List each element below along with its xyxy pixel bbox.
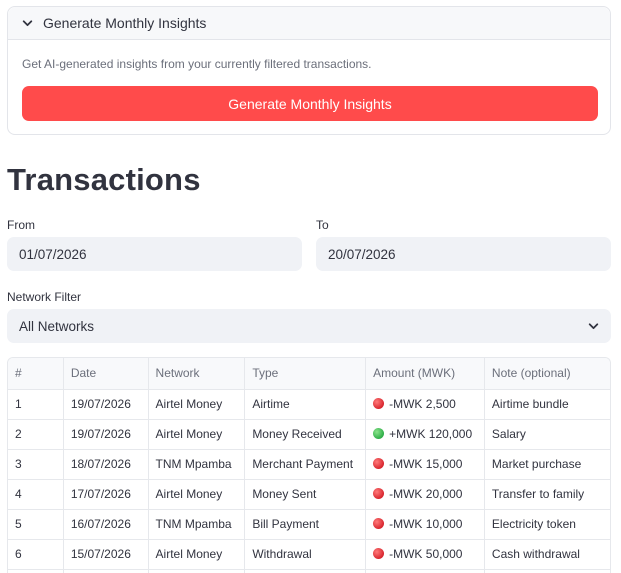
row-amount-cell[interactable]: +MWK 120,000	[365, 419, 485, 450]
row-number[interactable]: 5	[8, 509, 64, 540]
red-circle-icon	[373, 398, 385, 409]
generate-insights-button[interactable]: Generate Monthly Insights	[22, 86, 598, 121]
chevron-down-icon	[588, 323, 599, 330]
row-note[interactable]: Electricity token	[484, 509, 610, 540]
row-amount: +MWK 120,000	[389, 427, 473, 441]
table-row: 2 19/07/2026 Airtel Money Money Received…	[8, 419, 610, 450]
row-note[interactable]: Salary	[484, 419, 610, 450]
col-header-note[interactable]: Note (optional)	[484, 358, 610, 390]
insights-expander: Generate Monthly Insights Get AI-generat…	[7, 6, 611, 135]
row-note[interactable]: Airtime bundle	[484, 389, 610, 420]
table-row: 1 19/07/2026 Airtel Money Airtime -MWK 2…	[8, 389, 610, 420]
from-date-input[interactable]: 01/07/2026	[7, 237, 302, 271]
col-header-date[interactable]: Date	[63, 358, 149, 390]
row-type[interactable]: Bill Payment	[244, 509, 367, 540]
row-amount: -MWK 20,000	[389, 487, 463, 501]
green-circle-icon	[373, 428, 385, 439]
row-amount: -MWK 50,000	[389, 547, 463, 561]
row-type[interactable]: Merchant Payment	[244, 449, 367, 480]
transactions-table: # Date Network Type Amount (MWK) Note (o…	[7, 357, 611, 573]
col-header-amount[interactable]: Amount (MWK)	[365, 358, 485, 390]
network-filter-select[interactable]: All Networks	[7, 309, 611, 343]
row-amount: -MWK 2,500	[389, 397, 456, 411]
row-type[interactable]: Airtime	[244, 389, 367, 420]
row-number[interactable]: 1	[8, 389, 64, 420]
table-row: 4 17/07/2026 Airtel Money Money Sent -MW…	[8, 479, 610, 510]
col-header-type[interactable]: Type	[244, 358, 367, 390]
row-date[interactable]: 16/07/2026	[63, 509, 149, 540]
from-date-label: From	[7, 218, 35, 232]
col-header-network[interactable]: Network	[148, 358, 246, 390]
row-note[interactable]: Market purchase	[484, 449, 610, 480]
to-date-value: 20/07/2026	[328, 246, 396, 262]
row-amount-cell[interactable]: -MWK 10,000	[365, 509, 485, 540]
chevron-down-icon	[22, 19, 33, 26]
insights-expander-title: Generate Monthly Insights	[43, 15, 207, 31]
to-date-label: To	[316, 218, 329, 232]
insights-expander-header[interactable]: Generate Monthly Insights	[8, 7, 610, 40]
red-circle-icon	[373, 458, 385, 469]
row-amount-cell[interactable]: -MWK 50,000	[365, 539, 485, 570]
row-amount-cell[interactable]: -MWK 2,500	[365, 389, 485, 420]
red-circle-icon	[373, 488, 385, 499]
from-date-value: 01/07/2026	[19, 246, 87, 262]
row-network[interactable]: Airtel Money	[148, 389, 246, 420]
row-network[interactable]: Airtel Money	[148, 419, 246, 450]
to-date-input[interactable]: 20/07/2026	[316, 237, 611, 271]
row-type[interactable]: Withdrawal	[244, 539, 367, 570]
table-row: 3 18/07/2026 TNM Mpamba Merchant Payment…	[8, 449, 610, 480]
row-network[interactable]: Airtel Money	[148, 539, 246, 570]
row-number[interactable]: 2	[8, 419, 64, 450]
row-network[interactable]: TNM Mpamba	[148, 449, 246, 480]
insights-description: Get AI-generated insights from your curr…	[22, 57, 372, 71]
row-date[interactable]: 17/07/2026	[63, 479, 149, 510]
table-row: 5 16/07/2026 TNM Mpamba Bill Payment -MW…	[8, 509, 610, 540]
network-filter-value: All Networks	[19, 318, 95, 334]
row-type[interactable]: Money Sent	[244, 479, 367, 510]
row-amount-cell[interactable]: -MWK 20,000	[365, 479, 485, 510]
row-number[interactable]: 4	[8, 479, 64, 510]
row-amount: -MWK 15,000	[389, 457, 463, 471]
row-number[interactable]: 6	[8, 539, 64, 570]
row-date[interactable]: 15/07/2026	[63, 539, 149, 570]
table-header-row: # Date Network Type Amount (MWK) Note (o…	[8, 358, 610, 390]
row-amount-cell[interactable]: -MWK 15,000	[365, 449, 485, 480]
red-circle-icon	[373, 548, 385, 559]
row-number[interactable]: 3	[8, 449, 64, 480]
row-date[interactable]: 19/07/2026	[63, 419, 149, 450]
row-network[interactable]: Airtel Money	[148, 479, 246, 510]
row-date[interactable]: 19/07/2026	[63, 389, 149, 420]
row-note[interactable]: Transfer to family	[484, 479, 610, 510]
red-circle-icon	[373, 518, 385, 529]
row-type[interactable]: Money Received	[244, 419, 367, 450]
row-network[interactable]: TNM Mpamba	[148, 509, 246, 540]
network-filter-label: Network Filter	[7, 290, 82, 304]
row-note[interactable]: Cash withdrawal	[484, 539, 610, 570]
col-header-number[interactable]: #	[8, 358, 64, 390]
row-date[interactable]: 18/07/2026	[63, 449, 149, 480]
row-amount: -MWK 10,000	[389, 517, 463, 531]
table-row: 6 15/07/2026 Airtel Money Withdrawal -MW…	[8, 539, 610, 570]
table-row	[8, 569, 610, 573]
page-title: Transactions	[7, 162, 201, 197]
